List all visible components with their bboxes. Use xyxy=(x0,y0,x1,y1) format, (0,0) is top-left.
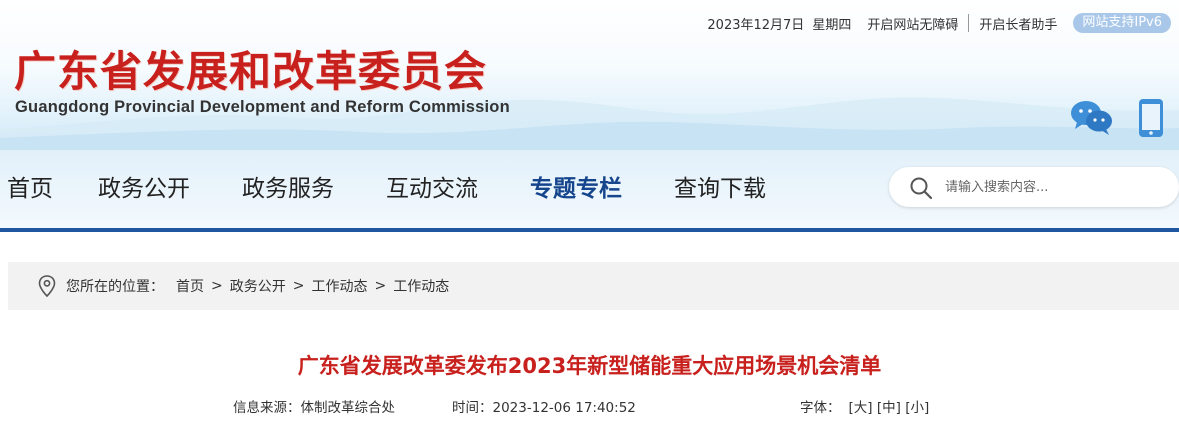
breadcrumb-separator: > xyxy=(292,278,305,294)
nav-item-query-download[interactable]: 查询下载 xyxy=(674,172,766,206)
search-box xyxy=(889,167,1179,207)
article-title: 广东省发展改革委发布2023年新型储能重大应用场景机会清单 xyxy=(297,354,882,378)
site-logo-en: Guangdong Provincial Development and Ref… xyxy=(15,98,510,116)
main-nav: 首页 政务公开 政务服务 互动交流 专题专栏 查询下载 xyxy=(0,150,1179,228)
location-pin-icon xyxy=(38,275,56,297)
nav-item-public-affairs[interactable]: 政务公开 xyxy=(98,172,190,206)
font-size-large-button[interactable]: [大] xyxy=(849,400,873,416)
breadcrumb-label: 您所在的位置： xyxy=(66,279,164,295)
breadcrumb-separator: > xyxy=(374,278,387,294)
top-utility-bar: 2023年12月7日 星期四 开启网站无障碍 开启长者助手 网站支持IPv6 xyxy=(707,12,1171,34)
font-size-control: 字体： [大] [中] [小] xyxy=(800,397,929,419)
site-logo-cn[interactable]: 广东省发展和改革委员会 xyxy=(14,48,487,96)
breadcrumb-separator: > xyxy=(211,278,223,294)
breadcrumb-item-work-news[interactable]: 工作动态 xyxy=(311,276,367,296)
elder-mode-link[interactable]: 开启长者助手 xyxy=(979,14,1057,33)
nav-item-home[interactable]: 首页 xyxy=(7,172,53,206)
breadcrumb: 您所在的位置： 首页 > 政务公开 > 工作动态 > 工作动态 xyxy=(8,262,1179,310)
font-size-medium-button[interactable]: [中] xyxy=(877,400,901,416)
current-date: 2023年12月7日 xyxy=(707,17,805,33)
breadcrumb-item-home[interactable]: 首页 xyxy=(176,276,204,296)
font-size-label: 字体： xyxy=(800,400,841,416)
breadcrumb-item-public-affairs[interactable]: 政务公开 xyxy=(230,276,286,296)
search-input[interactable] xyxy=(945,176,1165,198)
mobile-icon[interactable] xyxy=(1138,98,1164,142)
header-banner: 2023年12月7日 星期四 开启网站无障碍 开启长者助手 网站支持IPv6 广… xyxy=(0,0,1179,150)
nav-item-government-services[interactable]: 政务服务 xyxy=(242,172,334,206)
breadcrumb-item-work-news-current[interactable]: 工作动态 xyxy=(393,276,449,296)
nav-item-interaction[interactable]: 互动交流 xyxy=(386,172,478,206)
search-icon[interactable] xyxy=(909,176,933,200)
wechat-icon[interactable] xyxy=(1070,98,1114,140)
nav-item-special-topics[interactable]: 专题专栏 xyxy=(530,172,622,206)
article-source: 信息来源：体制改革综合处 xyxy=(233,400,395,416)
accessibility-link[interactable]: 开启网站无障碍 xyxy=(867,14,958,33)
font-size-small-button[interactable]: [小] xyxy=(905,400,929,416)
current-weekday: 星期四 xyxy=(812,17,852,33)
topbar-divider xyxy=(968,14,970,32)
ipv6-badge: 网站支持IPv6 xyxy=(1073,13,1171,33)
nav-bottom-border xyxy=(0,228,1179,232)
article-time: 时间：2023-12-06 17:40:52 xyxy=(452,400,636,416)
